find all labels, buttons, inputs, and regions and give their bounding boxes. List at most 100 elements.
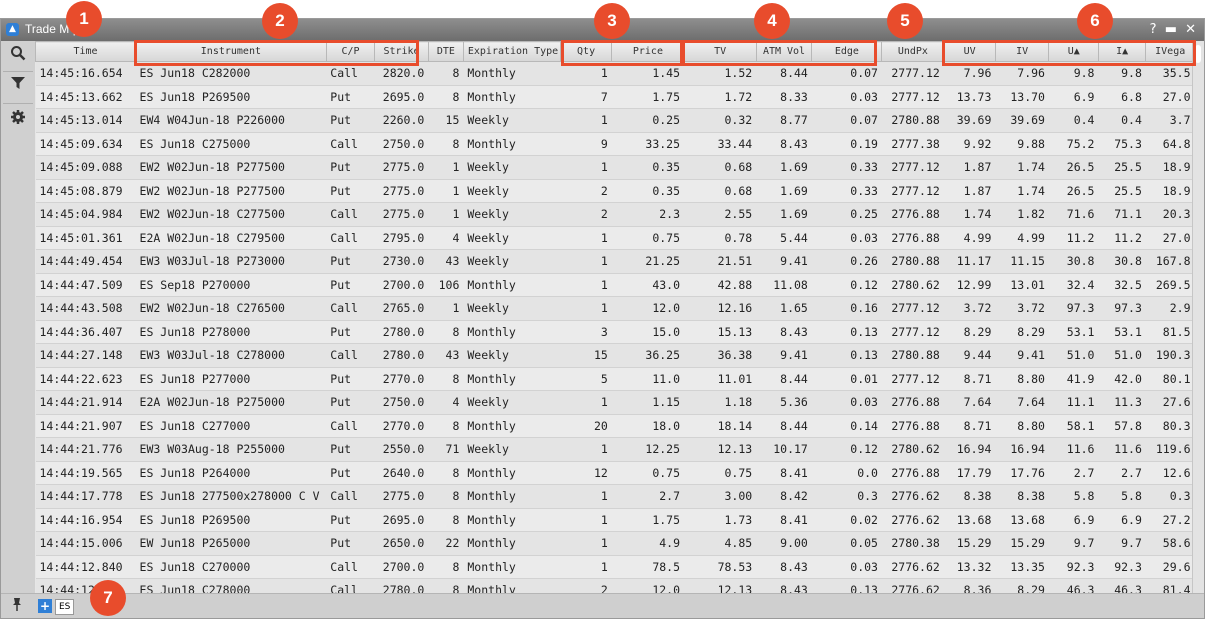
table-cell: Monthly [463,367,561,391]
table-cell: 71 [428,437,464,462]
table-cell: 4.99 [995,226,1049,250]
table-cell: 1.69 [756,202,812,227]
table-cell: 58.1 [1048,414,1099,438]
table-cell: Weekly [463,343,561,368]
highlight-greeks-group [942,40,1196,66]
table-cell: Put [326,320,375,344]
table-cell: 9.41 [756,343,812,368]
table-row[interactable]: 14:45:09.088 EW2 W02Jun-18 P277500 Put 2775… [35,155,1195,180]
table-cell: 106 [428,273,464,297]
table-row[interactable]: 14:44:27.148 EW3 W03Jul-18 C278000 Call 278… [35,343,1195,368]
table-cell: EW3 W03Jul-18 C278000 [135,343,327,368]
table-cell: Put [326,249,375,274]
table-cell: 1.74 [995,179,1049,203]
table-cell: 14:44:15.006 [35,531,136,556]
app-icon[interactable]: ▲ [6,23,19,36]
table-cell: 11.0 [611,367,685,391]
table-cell: 11.6 [1048,437,1099,462]
search-icon[interactable] [8,45,28,65]
table-cell: ES Sep18 P270000 [135,273,327,297]
table-row[interactable]: 14:45:01.361 E2A W02Jun-18 C279500 Call 279… [35,226,1195,250]
table-cell: 2695.0 [374,508,429,532]
table-row[interactable]: 14:44:19.565 ES Jun18 P264000 Put 2640.0 8 Mo… [35,461,1195,485]
table-row[interactable]: 14:45:09.634 ES Jun18 C275000 Call 2750.0 8 M… [35,132,1195,156]
table-cell: 0.75 [611,461,685,485]
table-cell: 3.72 [943,296,996,321]
column-header[interactable]: Time [35,41,137,62]
table-row[interactable]: 14:44:21.914 E2A W02Jun-18 P275000 Put 2750… [35,390,1195,415]
table-row[interactable]: 14:44:21.907 ES Jun18 C277000 Call 2770.0 8 M… [35,414,1195,438]
table-cell: 2780.38 [881,531,944,556]
table-cell: 0.33 [811,155,882,180]
filter-icon[interactable] [8,75,28,95]
table-cell: 64.8 [1145,132,1195,156]
table-cell: 14:44:43.508 [35,296,136,321]
table-cell: 1 [560,437,612,462]
table-cell: 2776.88 [881,461,944,485]
table-cell: 2730.0 [374,249,429,274]
table-row[interactable]: 14:44:15.006 EW Jun18 P265000 Put 2650.0 22 M… [35,531,1195,556]
table-cell: 2775.0 [374,155,429,180]
table-cell: 0.0 [811,461,882,485]
table-cell: 1 [560,273,612,297]
table-cell: 15.29 [943,531,996,556]
table-cell: 9.7 [1048,531,1099,556]
table-cell: Put [326,390,375,415]
table-cell: 1.82 [995,202,1049,227]
table-cell: 8 [428,61,464,86]
table-cell: 2640.0 [374,461,429,485]
table-cell: 11.01 [684,367,757,391]
table-cell: 3 [560,320,612,344]
table-cell: 4 [428,226,464,250]
tab-es[interactable]: ES [55,599,75,615]
table-cell: 2776.88 [881,414,944,438]
table-cell: 0.35 [611,179,685,203]
table-cell: 2777.12 [881,85,944,109]
table-row[interactable]: 14:44:36.407 ES Jun18 P278000 Put 2780.0 8 Mo… [35,320,1195,344]
column-header[interactable]: DTE [427,41,464,62]
table-cell: 1.72 [684,85,757,109]
table-cell: ES Jun18 C277000 [135,414,327,438]
table-cell: 2780.0 [374,343,429,368]
highlight-qty-price-group [561,40,683,66]
table-row[interactable]: 14:44:43.508 EW2 W02Jun-18 C276500 Call 276… [35,296,1195,321]
table-row[interactable]: 14:44:47.509 ES Sep18 P270000 Put 2700.0 106… [35,273,1195,297]
table-cell: 14:45:08.879 [35,179,136,203]
add-tab-button[interactable]: + [38,599,52,613]
table-cell: 167.8 [1145,249,1195,274]
table-cell: 8.71 [943,414,996,438]
table-cell: 14:44:21.914 [35,390,136,415]
table-row[interactable]: 14:44:49.454 EW3 W03Jul-18 P273000 Put 2730… [35,249,1195,274]
gear-icon[interactable] [8,109,28,129]
table-cell: 2776.88 [881,226,944,250]
table-cell: 11.15 [995,249,1049,274]
table-cell: 2700.0 [374,273,429,297]
table-cell: 2550.0 [374,437,429,462]
vertical-scrollbar[interactable] [1192,41,1204,596]
table-cell: 14:44:49.454 [35,249,136,274]
table-cell: 30.8 [1048,249,1099,274]
table-cell: 12.6 [1145,461,1195,485]
table-cell: 32.5 [1098,273,1146,297]
table-row[interactable]: 14:44:12.840 ES Jun18 C270000 Call 2700.0 8 M… [35,555,1195,579]
table-row[interactable]: 14:45:13.014 EW4 W04Jun-18 P226000 Put 2260… [35,108,1195,133]
table-cell: Call [326,296,375,321]
column-header[interactable]: UndPx [881,41,945,62]
table-cell: Call [326,555,375,579]
table-row[interactable]: 14:44:22.623 ES Jun18 P277000 Put 2770.0 8 Mo… [35,367,1195,391]
table-cell: 0.07 [811,108,882,133]
pin-icon[interactable] [11,597,23,615]
table-cell: 1 [428,296,464,321]
table-row[interactable]: 14:45:13.662 ES Jun18 P269500 Put 2695.0 8 Mo… [35,85,1195,109]
table-row[interactable]: 14:45:08.879 EW2 W02Jun-18 P277500 Put 2775… [35,179,1195,203]
table-row[interactable]: 14:44:16.954 ES Jun18 P269500 Put 2695.0 8 Mo… [35,508,1195,532]
table-cell: 8 [428,508,464,532]
table-row[interactable]: 14:45:04.984 EW2 W02Jun-18 C277500 Call 277… [35,202,1195,227]
window-controls[interactable]: ? ▬ ✕ [1150,22,1198,37]
table-cell: EW2 W02Jun-18 P277500 [135,179,327,203]
table-cell: 8.29 [995,320,1049,344]
table-cell: 0.03 [811,555,882,579]
table-row[interactable]: 14:44:17.778 ES Jun18 277500x278000 C V Ca… [35,484,1195,509]
table-row[interactable]: 14:44:21.776 EW3 W03Aug-18 P255000 Put 2550… [35,437,1195,462]
column-header[interactable]: Expiration Type [462,41,561,62]
